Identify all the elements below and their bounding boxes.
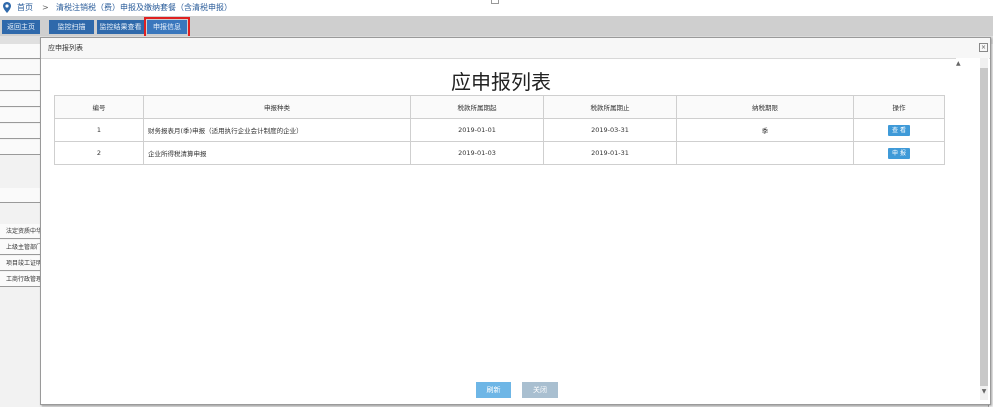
view-button[interactable]: 查 看 — [888, 124, 910, 136]
table-header-row: 编号 申报种类 税款所属期起 税款所属期止 纳税期限 操作 — [54, 95, 945, 119]
background-row — [0, 60, 42, 75]
tax-period — [676, 141, 854, 165]
tax-period: 季 — [676, 118, 854, 142]
dialog-title: 应申报列表 — [48, 44, 83, 52]
background-row-label: 上级主管部门 — [0, 240, 42, 255]
background-row — [0, 140, 42, 155]
background-form: 法定资质中华 上级主管部门 项目竣工证明 工商行政管理 — [0, 44, 42, 407]
table-row: 2 企业所得税清算申报 2019-01-03 2019-01-31 申 报 — [54, 141, 945, 165]
declaration-table: 编号 申报种类 税款所属期起 税款所属期止 纳税期限 操作 1 财务报表月(季)… — [54, 95, 945, 165]
period-start: 2019-01-01 — [410, 118, 544, 142]
column-header: 申报种类 — [143, 95, 411, 119]
declaration-list-dialog: 应申报列表 × 应申报列表 编号 申报种类 税款所属期起 税款所属期止 纳税期限… — [40, 37, 991, 405]
breadcrumb-home-link[interactable]: 首页 — [17, 0, 33, 16]
column-header: 纳税期限 — [676, 95, 854, 119]
background-row — [0, 92, 42, 107]
close-icon[interactable]: × — [979, 43, 988, 52]
background-row — [0, 76, 42, 91]
dialog-header: 应申报列表 × — [41, 38, 990, 59]
background-row-label: 法定资质中华 — [0, 224, 42, 239]
declaration-type: 财务报表月(季)申报（适用执行企业会计制度的企业） — [143, 118, 411, 142]
action-cell: 申 报 — [853, 141, 945, 165]
dialog-scrollbar[interactable]: ▲ ▼ — [956, 58, 989, 400]
breadcrumb-separator: > — [42, 3, 49, 12]
column-header: 操作 — [853, 95, 945, 119]
scroll-down-icon[interactable]: ▼ — [980, 388, 988, 396]
scrollbar-thumb[interactable] — [980, 68, 988, 386]
page-title: 应申报列表 — [451, 70, 551, 94]
period-start: 2019-01-03 — [410, 141, 544, 165]
close-button[interactable]: 关闭 — [522, 382, 558, 398]
tab-monitor-scan[interactable]: 监控扫描 — [49, 20, 94, 34]
breadcrumb-current: 清税注销税（费）申报及缴纳套餐（含清税申报） — [56, 3, 232, 12]
top-drag-handle-icon — [491, 0, 499, 4]
tab-monitor-results[interactable]: 监控结果查看 — [97, 20, 144, 34]
column-header: 税款所属期起 — [410, 95, 544, 119]
background-row — [0, 108, 42, 123]
background-row — [0, 188, 42, 203]
action-cell: 查 看 — [853, 118, 945, 142]
period-end: 2019-01-31 — [543, 141, 677, 165]
background-row-label: 项目竣工证明 — [0, 256, 42, 271]
period-end: 2019-03-31 — [543, 118, 677, 142]
column-header: 编号 — [54, 95, 144, 119]
background-row — [0, 44, 42, 59]
row-number: 1 — [54, 118, 144, 142]
declaration-type: 企业所得税清算申报 — [143, 141, 411, 165]
location-pin-icon — [3, 2, 11, 13]
column-header: 税款所属期止 — [543, 95, 677, 119]
refresh-button[interactable]: 刷新 — [476, 382, 511, 398]
background-row-label: 工商行政管理 — [0, 272, 42, 287]
declare-button[interactable]: 申 报 — [888, 147, 910, 159]
tab-return-home[interactable]: 返回主页 — [2, 20, 40, 34]
table-row: 1 财务报表月(季)申报（适用执行企业会计制度的企业） 2019-01-01 2… — [54, 118, 945, 142]
row-number: 2 — [54, 141, 144, 165]
background-row — [0, 124, 42, 139]
scroll-up-icon[interactable]: ▲ — [956, 60, 964, 68]
